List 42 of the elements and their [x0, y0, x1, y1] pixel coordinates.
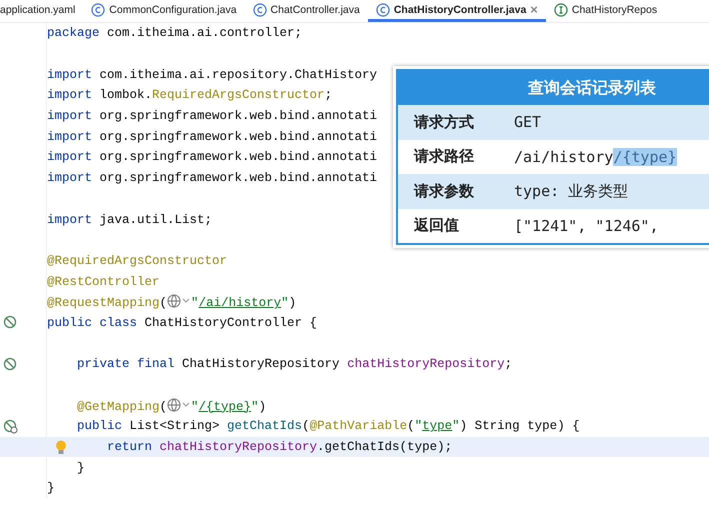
- row-value: GET: [514, 113, 542, 132]
- code-line: import java.util.List;: [47, 212, 212, 227]
- row-value: /ai/history/{type}: [514, 148, 677, 166]
- bean-icon[interactable]: [3, 356, 18, 372]
- web-endpoint-icon[interactable]: [3, 418, 18, 434]
- code-line: import org.springframework.web.bind.annotati: [47, 109, 378, 124]
- code-line: import org.springframework.web.bind.annotati: [47, 171, 378, 186]
- code-line: import com.itheima.ai.repository.ChatHistory: [47, 68, 378, 82]
- code-line: @GetMapping( "/{type}"): [77, 398, 266, 414]
- class-icon: [376, 2, 390, 16]
- lightbulb-icon[interactable]: [55, 440, 67, 455]
- interface-icon: [554, 2, 568, 16]
- editor-tab[interactable]: ChatHistoryRepos: [546, 0, 666, 22]
- code-line: import lombok.RequiredArgsConstructor;: [47, 88, 332, 102]
- code-line: @RequestMapping( "/ai/history"): [47, 294, 296, 310]
- editor-tab[interactable]: ChatController.java: [244, 0, 368, 22]
- card-title: 查询会话记录列表: [398, 71, 709, 105]
- editor-tab[interactable]: application.yaml: [0, 0, 84, 22]
- row-value: ["1241", "1246",: [514, 216, 658, 235]
- class-icon: [91, 2, 106, 16]
- code-line: }: [47, 481, 55, 496]
- editor-tab[interactable]: CommonConfiguration.java: [83, 0, 245, 22]
- row-label: 请求方式: [412, 112, 475, 132]
- code-line: import org.springframework.web.bind.annotati: [47, 150, 378, 164]
- code-line: @RestController: [47, 274, 160, 289]
- class-icon: [252, 2, 267, 16]
- code-line: private final ChatHistoryRepository chatHistoryRepository;: [77, 357, 512, 372]
- globe-icon[interactable]: [167, 398, 192, 412]
- row-value: type: 业务类型: [514, 182, 628, 201]
- code-line: import org.springframework.web.bind.annotati: [47, 130, 378, 144]
- code-line: @RequiredArgsConstructor: [47, 254, 228, 268]
- row-label: 返回值: [413, 216, 460, 236]
- row-label: 请求参数: [412, 182, 475, 201]
- code-line: public List<String> getChatIds(@PathVariable("type") String type) {: [77, 419, 580, 434]
- code-line: }: [77, 460, 85, 475]
- code-line: return chatHistoryRepository.getChatIds(type);: [107, 440, 452, 454]
- globe-icon[interactable]: [167, 294, 192, 308]
- row-label: 请求路径: [412, 147, 475, 166]
- bean-icon[interactable]: [3, 315, 18, 330]
- code-line: public class ChatHistoryController {: [47, 316, 318, 330]
- close-icon[interactable]: ×: [530, 2, 538, 17]
- code-line: package com.itheima.ai.controller;: [47, 26, 302, 40]
